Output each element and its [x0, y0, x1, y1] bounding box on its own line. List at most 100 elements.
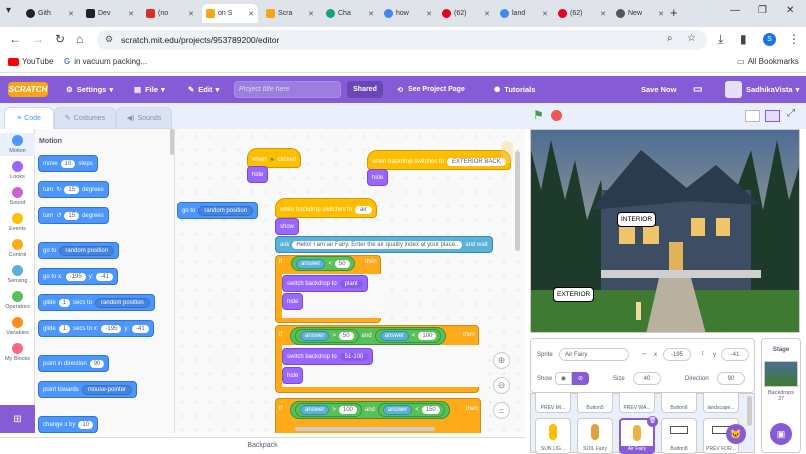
block-point-towards[interactable]: point towards mouse-pointer [38, 381, 138, 398]
script-area[interactable]: when ⚑ clicked hide go to random position w… [175, 129, 525, 433]
see-project-page-button[interactable]: ⟲ See Project Page [389, 81, 473, 98]
fullscreen-icon[interactable]: ⤢ [787, 108, 795, 119]
block-input[interactable]: -195 [65, 272, 86, 281]
block-hide[interactable]: hide [247, 166, 269, 183]
close-icon[interactable]: ✕ [68, 10, 74, 18]
browser-tab[interactable]: New ✕ [612, 4, 668, 23]
block-input[interactable]: 1 [58, 324, 71, 333]
size-input[interactable]: 40 [633, 372, 661, 385]
block-dropdown[interactable]: random position [198, 205, 254, 216]
tutorials-menu[interactable]: ✺ Tutorials [494, 76, 535, 103]
block-go-to[interactable]: go to random position [38, 242, 120, 259]
choose-sprite-button[interactable]: 🐱 [726, 424, 746, 444]
add-extension-button[interactable]: ⊞ [0, 405, 35, 433]
stage-panel[interactable]: Stage Backdrops 37 ▣ [761, 338, 801, 453]
sprite-tile[interactable]: SOIL Fairy [577, 418, 613, 454]
close-icon[interactable]: ✕ [128, 10, 134, 18]
sprite-tile[interactable]: PREV WA... [619, 393, 655, 413]
scratch-logo[interactable]: SCRATCH [8, 82, 48, 97]
block-ask-and-wait[interactable]: ask Hello! I am air Fairy. Enter the air … [275, 236, 493, 253]
zoom-out-button[interactable]: ⊖ [493, 377, 510, 394]
category-my-blocks[interactable]: My Blocks [0, 343, 35, 362]
close-icon[interactable]: ✕ [484, 10, 490, 18]
forward-icon[interactable]: → [32, 32, 44, 46]
block-input[interactable]: -41 [96, 272, 114, 281]
stage-canvas[interactable]: INTERIOR EXTERIOR [530, 129, 800, 333]
sprite-tile[interactable]: landscape... [703, 393, 739, 413]
category-events[interactable]: Events [0, 213, 35, 232]
close-icon[interactable]: ✕ [248, 10, 254, 18]
project-title-input[interactable]: Project title here [234, 81, 341, 98]
browser-tab[interactable]: (no ✕ [142, 4, 198, 23]
horizontal-scrollbar[interactable] [295, 427, 435, 431]
large-stage-icon[interactable] [765, 110, 780, 122]
address-bar[interactable]: ⚙ scratch.mit.edu/projects/953789200/edi… [97, 30, 707, 50]
close-icon[interactable]: ✕ [426, 10, 432, 18]
back-icon[interactable]: ← [9, 32, 21, 46]
browser-tab[interactable]: Dev ✕ [82, 4, 138, 23]
y-input[interactable]: -41 [721, 348, 749, 361]
category-sensing[interactable]: Sensing [0, 265, 35, 284]
browser-tab[interactable]: how ✕ [380, 4, 436, 23]
block-input[interactable]: 15 [64, 211, 80, 220]
block-input[interactable]: 15 [64, 185, 80, 194]
sprite-tile[interactable]: Button8 [661, 418, 697, 454]
block-move[interactable]: move 10 steps [38, 155, 98, 172]
block-switch-backdrop-plant[interactable]: switch backdrop to plant [282, 275, 368, 292]
small-stage-icon[interactable] [745, 110, 760, 122]
new-tab-button[interactable]: + [670, 5, 678, 20]
show-hidden-button[interactable]: ⊘ [572, 372, 589, 385]
block-and[interactable]: answer >50 and answer <100 [290, 327, 447, 345]
bookmark-google[interactable]: Gin vacuum packing... [64, 57, 147, 66]
sprite-list-scrollbar[interactable] [747, 396, 752, 426]
category-sound[interactable]: Sound [0, 187, 35, 206]
block-go-to-xy[interactable]: go to x: -195 y: -41 [38, 268, 119, 285]
sprite-name-input[interactable]: Air Fairy [559, 348, 629, 361]
category-motion[interactable]: Motion [0, 133, 35, 156]
block-dropdown[interactable]: EXTERIOR BACK [447, 158, 506, 166]
x-input[interactable]: -195 [663, 348, 691, 361]
home-icon[interactable]: ⌂ [76, 32, 83, 46]
close-icon[interactable]: ✕ [188, 10, 194, 18]
zoom-search-icon[interactable]: ⌕ [667, 33, 673, 44]
block-when-backdrop-switches-air[interactable]: when backdrop switches to air [275, 198, 377, 218]
reload-icon[interactable]: ↻ [55, 32, 65, 46]
browser-tab-active[interactable]: on S ✕ [202, 4, 258, 23]
block-dropdown[interactable]: plant [339, 279, 363, 288]
user-menu[interactable]: SadhikaVista ▾ [725, 76, 799, 103]
tab-costumes[interactable]: ✎ Costumes [54, 107, 116, 129]
close-icon[interactable]: ✕ [658, 10, 664, 18]
browser-tab[interactable]: (62) ✕ [554, 4, 610, 23]
browser-tab[interactable]: Scra ✕ [262, 4, 318, 23]
sprite-tile[interactable]: Button6 [661, 393, 697, 413]
block-point-in-direction[interactable]: point in direction 90 [38, 355, 110, 372]
tab-sounds[interactable]: ◀) Sounds [116, 107, 172, 129]
save-now-button[interactable]: Save Now [641, 76, 676, 103]
close-icon[interactable]: ✕ [368, 10, 374, 18]
bookmark-youtube[interactable]: YouTube [8, 57, 53, 66]
block-change-x[interactable]: change x by 10 [38, 416, 99, 433]
file-menu[interactable]: ▤ File ▾ [134, 76, 165, 103]
block-dropdown[interactable]: random position [59, 245, 115, 256]
category-control[interactable]: Control [0, 239, 35, 258]
zoom-in-button[interactable]: ⊕ [493, 352, 510, 369]
sprite-tile[interactable]: SUN LIG... [535, 418, 571, 454]
site-info-icon[interactable]: ⚙ [105, 34, 113, 45]
browser-tab[interactable]: Gith ✕ [22, 4, 78, 23]
block-turn-right[interactable]: turn ↻ 15 degrees [38, 181, 109, 198]
green-flag-button[interactable]: ⚑ [533, 108, 544, 122]
block-input[interactable]: 100 [418, 332, 437, 340]
vertical-scrollbar[interactable] [515, 151, 520, 251]
sidebar-icon[interactable]: ▮ [740, 32, 747, 46]
block-dropdown[interactable]: 51-100 [339, 352, 369, 361]
tab-search-icon[interactable]: ▾ [6, 5, 11, 16]
stop-button[interactable] [551, 110, 562, 121]
browser-tab[interactable]: Cha ✕ [322, 4, 378, 23]
interior-label[interactable]: INTERIOR [617, 212, 657, 227]
block-input[interactable]: Hello! I am air Fairy. Enter the air qua… [292, 240, 463, 249]
block-go-to-loose[interactable]: go to random position [177, 202, 259, 219]
close-icon[interactable]: ✕ [600, 10, 606, 18]
restore-icon[interactable]: ❐ [758, 5, 767, 16]
profile-avatar[interactable]: S [763, 33, 776, 46]
block-show[interactable]: show [275, 218, 300, 235]
